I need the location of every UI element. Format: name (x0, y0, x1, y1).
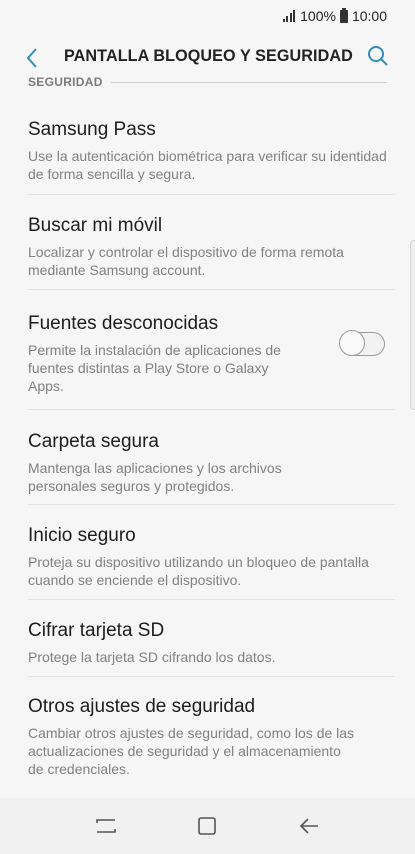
section-header: SEGURIDAD (28, 76, 387, 94)
search-button[interactable] (365, 43, 391, 69)
item-description: Mantenga las aplicaciones y los archivos… (28, 460, 282, 494)
search-icon (368, 46, 388, 66)
list-item-otros-ajustes[interactable]: Otros ajustes de seguridad Cambiar otros… (0, 677, 415, 792)
list-item-fuentes-desconocidas[interactable]: Fuentes desconocidas Permite la instalac… (0, 290, 415, 410)
section-divider (110, 81, 387, 83)
item-description: Use la autenticación biométrica para ver… (28, 148, 387, 182)
battery-percent: 100% (300, 8, 336, 24)
item-title: Carpeta segura (28, 431, 159, 452)
list-item-samsung-pass[interactable]: Samsung Pass Use la autenticación biomét… (0, 98, 415, 195)
battery-icon (339, 7, 348, 23)
item-description: Localizar y controlar el dispositivo de … (28, 244, 344, 278)
status-bar: 100% 10:00 (0, 0, 415, 32)
back-icon (300, 818, 319, 834)
clock: 10:00 (351, 8, 387, 24)
navigation-bar (0, 798, 415, 854)
signal-icon (282, 10, 296, 22)
item-description: Proteja su dispositivo utilizando un blo… (28, 554, 369, 588)
list-item-carpeta-segura[interactable]: Carpeta segura Mantenga las aplicaciones… (0, 410, 415, 505)
item-title: Otros ajustes de seguridad (28, 696, 256, 717)
home-icon (198, 817, 217, 835)
home-button[interactable] (187, 806, 227, 846)
back-button[interactable] (18, 44, 46, 72)
scroll-indicator[interactable] (410, 240, 415, 410)
item-description: Cambiar otros ajustes de seguridad, como… (28, 725, 355, 777)
item-title: Samsung Pass (28, 119, 156, 140)
list-item-inicio-seguro[interactable]: Inicio seguro Proteja su dispositivo uti… (0, 505, 415, 600)
section-label: SEGURIDAD (28, 76, 103, 89)
unknown-sources-toggle[interactable] (339, 330, 385, 356)
list-item-buscar-mi-movil[interactable]: Buscar mi móvil Localizar y controlar el… (0, 195, 415, 290)
item-title: Fuentes desconocidas (28, 313, 219, 334)
back-arrow-icon (26, 48, 37, 68)
page-title: PANTALLA BLOQUEO Y SEGURIDAD (64, 46, 353, 65)
recents-button[interactable] (86, 806, 126, 846)
item-description: Protege la tarjeta SD cifrando los datos… (28, 649, 276, 665)
back-nav-button[interactable] (289, 806, 329, 846)
item-title: Cifrar tarjeta SD (28, 620, 165, 641)
header: PANTALLA BLOQUEO Y SEGURIDAD (0, 34, 415, 78)
item-description: Permite la instalación de aplicaciones d… (28, 342, 281, 394)
item-title: Buscar mi móvil (28, 215, 163, 236)
settings-list: Samsung Pass Use la autenticación biomét… (0, 98, 415, 792)
list-item-cifrar-tarjeta-sd[interactable]: Cifrar tarjeta SD Protege la tarjeta SD … (0, 600, 415, 677)
screen: 100% 10:00 PANTALLA BLOQUEO Y SEGURIDAD … (0, 0, 415, 854)
toggle-knob (339, 330, 365, 356)
recents-icon (96, 819, 116, 833)
item-title: Inicio seguro (28, 525, 136, 546)
